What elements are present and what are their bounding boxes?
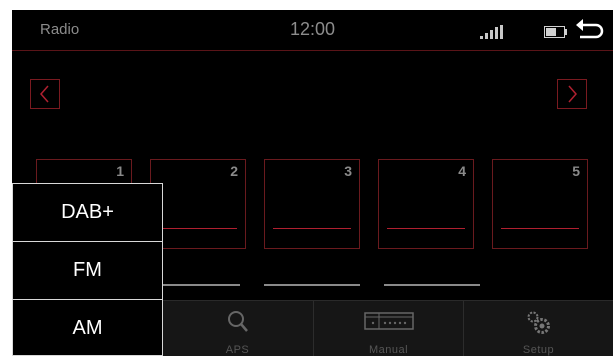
gear-icon bbox=[527, 311, 550, 334]
battery-icon bbox=[544, 26, 568, 38]
preset-number: 3 bbox=[344, 163, 352, 179]
chevron-right-icon bbox=[568, 85, 577, 103]
preset-number: 4 bbox=[458, 163, 466, 179]
page-indicator bbox=[384, 284, 480, 286]
status-bar: Radio 12:00 bbox=[12, 10, 613, 51]
band-option-am[interactable]: AM bbox=[13, 299, 162, 356]
band-option-dab[interactable]: DAB+ bbox=[13, 184, 162, 241]
preset-number: 1 bbox=[116, 163, 124, 179]
preset-number: 5 bbox=[572, 163, 580, 179]
page-indicator-active bbox=[157, 284, 240, 286]
aps-label: APS bbox=[225, 344, 250, 356]
page-indicator bbox=[264, 284, 360, 286]
setup-label: Setup bbox=[522, 344, 555, 356]
setup-button[interactable]: Setup bbox=[463, 301, 613, 356]
back-icon[interactable] bbox=[572, 16, 608, 46]
preset-button-2[interactable]: 2 bbox=[150, 159, 246, 249]
signal-strength-icon bbox=[480, 25, 504, 39]
manual-button[interactable]: Manual bbox=[313, 301, 463, 356]
previous-page-button[interactable] bbox=[30, 79, 60, 109]
clock: 12:00 bbox=[289, 19, 336, 39]
band-option-fm[interactable]: FM bbox=[13, 241, 162, 299]
aps-button[interactable]: APS bbox=[162, 301, 312, 356]
preset-divider bbox=[273, 228, 351, 229]
band-menu: DAB+ FM AM bbox=[12, 183, 163, 356]
preset-divider bbox=[387, 228, 465, 229]
chevron-left-icon bbox=[40, 85, 49, 103]
radio-screen: Radio 12:00 1 2 3 4 5 APS Manual Setup D… bbox=[12, 10, 613, 356]
preset-divider bbox=[501, 228, 579, 229]
search-icon bbox=[227, 311, 248, 332]
preset-button-4[interactable]: 4 bbox=[378, 159, 474, 249]
preset-number: 2 bbox=[230, 163, 238, 179]
preset-button-5[interactable]: 5 bbox=[492, 159, 588, 249]
manual-label: Manual bbox=[368, 344, 409, 356]
preset-button-3[interactable]: 3 bbox=[264, 159, 360, 249]
preset-divider bbox=[159, 228, 237, 229]
next-page-button[interactable] bbox=[557, 79, 587, 109]
tuner-scale-icon bbox=[363, 312, 414, 330]
